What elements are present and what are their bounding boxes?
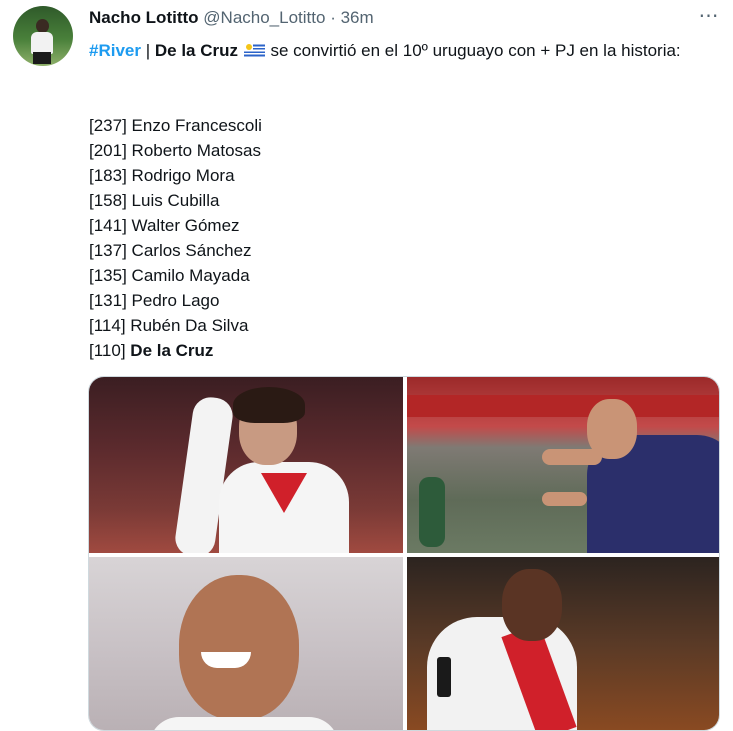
list-count: [135]: [89, 266, 127, 285]
photo-shape: [542, 492, 587, 506]
separator: ·: [330, 8, 336, 27]
list-count: [131]: [89, 291, 127, 310]
list-name: Enzo Francescoli: [131, 116, 262, 135]
list-count: [110]: [89, 341, 126, 360]
list-name: Walter Gómez: [131, 216, 240, 235]
player-photo-3[interactable]: [89, 557, 403, 730]
text-divider: |: [140, 41, 155, 60]
list-count: [114]: [89, 316, 126, 335]
text-rest: se convirtió en el 10º uruguayo con + PJ…: [265, 41, 681, 60]
list-name: De la Cruz: [130, 341, 214, 360]
player-photo-1[interactable]: [89, 377, 403, 553]
player-list: [237] Enzo Francescoli [201] Roberto Mat…: [89, 113, 262, 363]
list-item: [183] Rodrigo Mora: [89, 163, 262, 188]
list-name: Luis Cubilla: [131, 191, 220, 210]
photo-shape: [542, 449, 602, 465]
photo-shape: [179, 575, 299, 720]
list-name: Rubén Da Silva: [130, 316, 249, 335]
list-item: [131] Pedro Lago: [89, 288, 262, 313]
list-name: Pedro Lago: [131, 291, 220, 310]
list-count: [201]: [89, 141, 127, 160]
list-count: [141]: [89, 216, 127, 235]
photo-shape: [419, 477, 445, 547]
list-item: [141] Walter Gómez: [89, 213, 262, 238]
list-count: [137]: [89, 241, 127, 260]
more-options-icon[interactable]: ⋯: [697, 6, 721, 32]
list-name: Camilo Mayada: [131, 266, 250, 285]
handle[interactable]: @Nacho_Lotitto: [203, 8, 325, 27]
list-item: [135] Camilo Mayada: [89, 263, 262, 288]
avatar[interactable]: [13, 6, 73, 66]
tweet-header: Nacho Lotitto @Nacho_Lotitto · 36m: [89, 8, 374, 28]
uruguay-flag-icon: [243, 43, 265, 58]
list-count: [158]: [89, 191, 127, 210]
list-item: [137] Carlos Sánchez: [89, 238, 262, 263]
photo-shape: [502, 569, 562, 641]
list-item: [201] Roberto Matosas: [89, 138, 262, 163]
photo-shape: [407, 395, 719, 417]
list-item: [237] Enzo Francescoli: [89, 113, 262, 138]
list-name: Roberto Matosas: [131, 141, 261, 160]
tweet-text: #River | De la Cruz se convirtió en el 1…: [89, 38, 709, 63]
avatar-figure-legs: [33, 52, 51, 64]
hashtag-link[interactable]: #River: [89, 41, 141, 60]
list-item: [114] Rubén Da Silva: [89, 313, 262, 338]
player-photo-2[interactable]: [407, 377, 719, 553]
timestamp[interactable]: 36m: [341, 8, 374, 27]
photo-shape: [437, 657, 451, 697]
list-item: [158] Luis Cubilla: [89, 188, 262, 213]
display-name[interactable]: Nacho Lotitto: [89, 8, 199, 27]
list-name: Rodrigo Mora: [131, 166, 235, 185]
media-grid: [88, 376, 720, 731]
list-count: [183]: [89, 166, 127, 185]
bold-name: De la Cruz: [154, 41, 238, 60]
player-photo-4[interactable]: [407, 557, 719, 730]
photo-shape: [149, 717, 339, 730]
avatar-figure-head: [36, 19, 49, 33]
list-name: Carlos Sánchez: [131, 241, 252, 260]
list-item: [110] De la Cruz: [89, 338, 262, 363]
avatar-figure-body: [31, 32, 53, 54]
photo-shape: [233, 387, 305, 423]
list-count: [237]: [89, 116, 127, 135]
